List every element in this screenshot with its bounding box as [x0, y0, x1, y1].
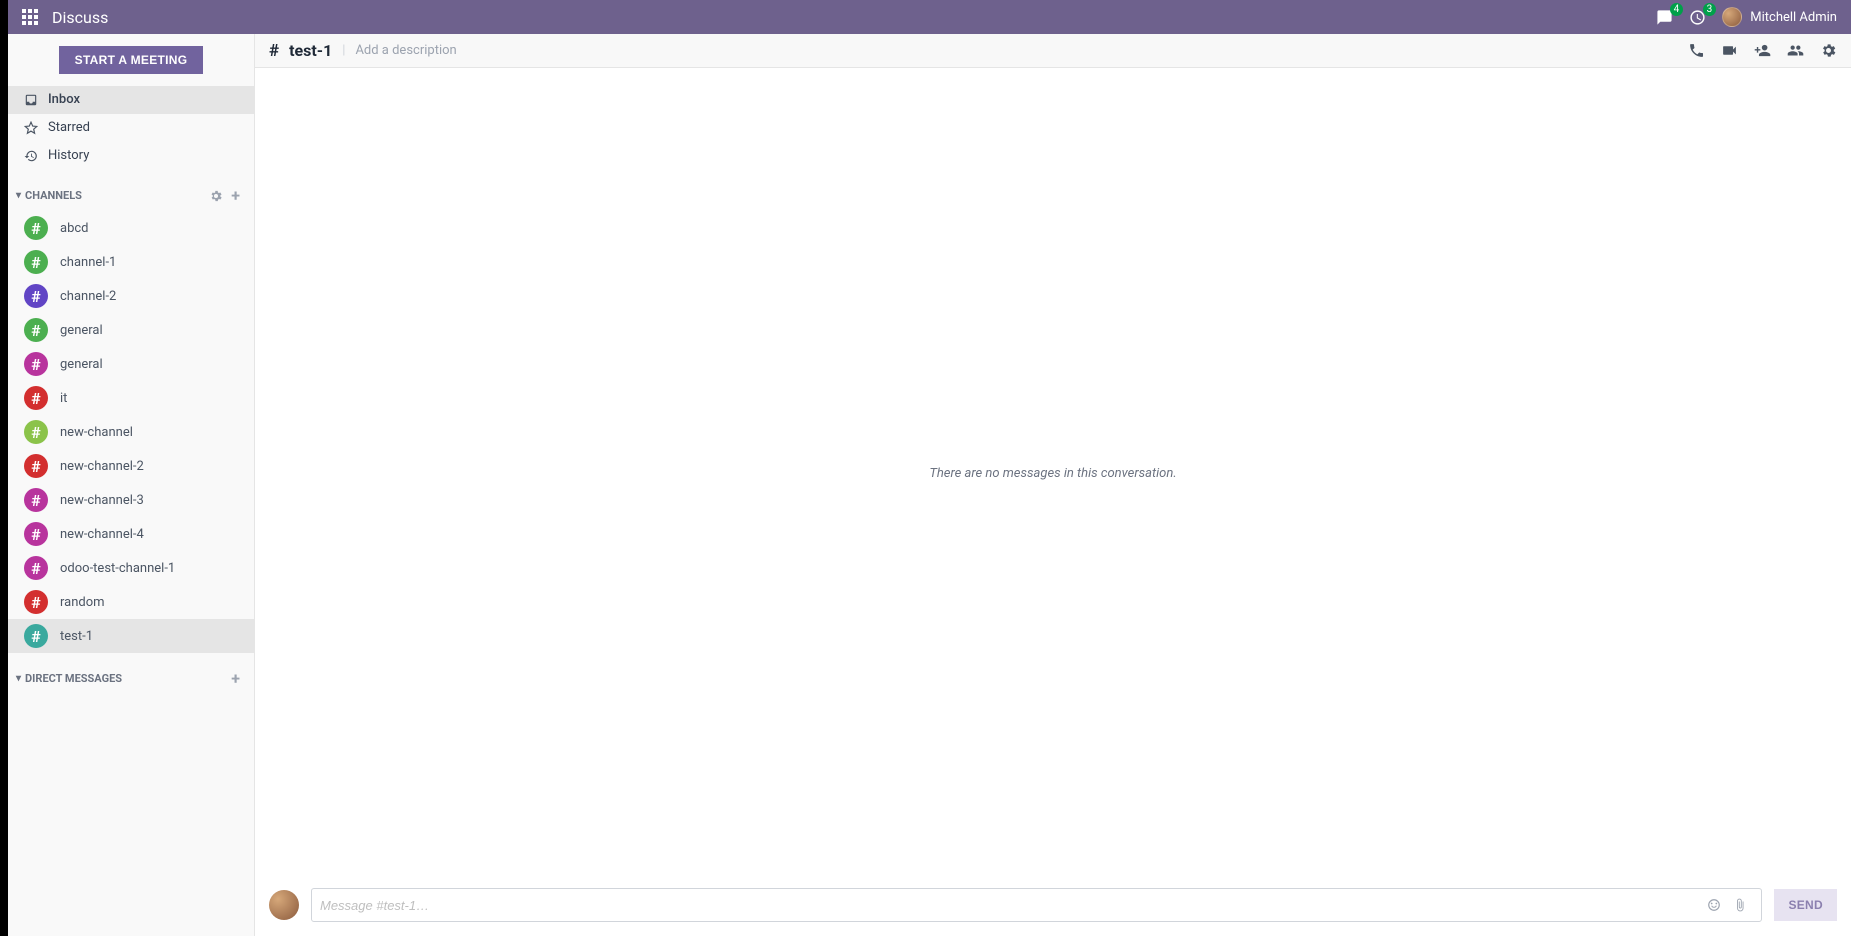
channel-test-1[interactable]: # test-1: [8, 619, 254, 653]
channel-abcd[interactable]: # abcd: [8, 211, 254, 245]
paperclip-icon: [1733, 898, 1747, 912]
thread-header: # test-1 | Add a description: [255, 34, 1851, 68]
hash-icon: #: [24, 556, 48, 580]
avatar: [1722, 7, 1742, 27]
channel-general[interactable]: # general: [8, 347, 254, 381]
dm-label: DIRECT MESSAGES: [25, 672, 122, 685]
add-member-button[interactable]: [1754, 42, 1771, 59]
user-plus-icon: [1754, 42, 1771, 59]
members-button[interactable]: [1787, 42, 1804, 59]
emoji-button[interactable]: [1701, 898, 1727, 912]
channel-label: abcd: [60, 221, 89, 236]
chevron-down-icon: ▾: [16, 190, 21, 201]
channel-it[interactable]: # it: [8, 381, 254, 415]
call-button[interactable]: [1688, 42, 1705, 59]
channel-label: channel-2: [60, 289, 116, 304]
hash-icon: #: [24, 284, 48, 308]
start-meeting-button[interactable]: START A MEETING: [59, 46, 204, 74]
mailbox-inbox[interactable]: Inbox: [8, 86, 254, 114]
hash-icon: #: [24, 386, 48, 410]
hash-icon: #: [24, 420, 48, 444]
hash-icon: #: [24, 250, 48, 274]
channel-odoo-test-channel-1[interactable]: # odoo-test-channel-1: [8, 551, 254, 585]
chevron-down-icon: ▾: [16, 673, 21, 684]
channels-section-header[interactable]: ▾ CHANNELS +: [8, 170, 254, 211]
add-channel-button[interactable]: +: [227, 186, 244, 205]
sidebar: START A MEETING Inbox Starred History ▾ CH…: [8, 34, 255, 936]
video-call-button[interactable]: [1721, 42, 1738, 59]
channel-new-channel-2[interactable]: # new-channel-2: [8, 449, 254, 483]
channel-label: new-channel: [60, 425, 133, 440]
channel-new-channel-3[interactable]: # new-channel-3: [8, 483, 254, 517]
mailbox-label: Starred: [48, 118, 90, 138]
hash-icon: #: [24, 522, 48, 546]
channel-label: channel-1: [60, 255, 116, 270]
messages-button[interactable]: 4: [1656, 9, 1673, 26]
attach-button[interactable]: [1727, 898, 1753, 912]
channel-label: new-channel-4: [60, 527, 144, 542]
channel-label: general: [60, 357, 103, 372]
mailbox-starred[interactable]: Starred: [8, 114, 254, 142]
avatar: [269, 890, 299, 920]
smile-icon: [1707, 898, 1721, 912]
apps-menu-icon[interactable]: [22, 9, 38, 25]
hash-icon: #: [269, 41, 279, 61]
star-icon: [24, 121, 38, 135]
mailbox-label: Inbox: [48, 90, 80, 110]
inbox-icon: [24, 93, 38, 107]
gear-icon: [1820, 42, 1837, 59]
channel-label: new-channel-3: [60, 493, 144, 508]
settings-button[interactable]: [1820, 42, 1837, 59]
channel-general[interactable]: # general: [8, 313, 254, 347]
gear-icon[interactable]: [205, 189, 227, 203]
content-area: # test-1 | Add a description There are n…: [255, 34, 1851, 936]
hash-icon: #: [24, 590, 48, 614]
separator: |: [342, 43, 345, 58]
thread-title: test-1: [289, 41, 332, 60]
user-menu[interactable]: Mitchell Admin: [1722, 7, 1837, 27]
channel-label: it: [60, 391, 67, 406]
channel-new-channel-4[interactable]: # new-channel-4: [8, 517, 254, 551]
channel-label: test-1: [60, 629, 93, 644]
hash-icon: #: [24, 624, 48, 648]
dm-section-header[interactable]: ▾ DIRECT MESSAGES +: [8, 653, 254, 694]
hash-icon: #: [24, 318, 48, 342]
messages-badge: 4: [1670, 3, 1684, 16]
hash-icon: #: [24, 454, 48, 478]
channel-label: random: [60, 595, 105, 610]
activities-badge: 3: [1703, 3, 1717, 16]
composer: SEND: [255, 878, 1851, 936]
channel-channel-1[interactable]: # channel-1: [8, 245, 254, 279]
message-input[interactable]: [320, 898, 1701, 913]
history-icon: [24, 149, 38, 163]
channel-label: odoo-test-channel-1: [60, 561, 175, 576]
video-icon: [1721, 42, 1738, 59]
channel-label: general: [60, 323, 103, 338]
empty-state-text: There are no messages in this conversati…: [929, 466, 1176, 481]
add-dm-button[interactable]: +: [227, 669, 244, 688]
activities-button[interactable]: 3: [1689, 9, 1706, 26]
mailbox-label: History: [48, 146, 89, 166]
thread-description-input[interactable]: Add a description: [355, 43, 456, 58]
channel-random[interactable]: # random: [8, 585, 254, 619]
channel-channel-2[interactable]: # channel-2: [8, 279, 254, 313]
channel-label: new-channel-2: [60, 459, 144, 474]
top-navbar: Discuss 4 3 Mitchell Admin: [0, 0, 1851, 34]
channels-label: CHANNELS: [25, 189, 82, 202]
mailbox-history[interactable]: History: [8, 142, 254, 170]
channel-new-channel[interactable]: # new-channel: [8, 415, 254, 449]
thread-body: There are no messages in this conversati…: [255, 68, 1851, 878]
user-name: Mitchell Admin: [1750, 10, 1837, 25]
send-button[interactable]: SEND: [1774, 889, 1837, 921]
hash-icon: #: [24, 352, 48, 376]
hash-icon: #: [24, 216, 48, 240]
window-edge: [0, 0, 8, 936]
users-icon: [1787, 42, 1804, 59]
phone-icon: [1688, 42, 1705, 59]
app-title: Discuss: [52, 8, 108, 27]
hash-icon: #: [24, 488, 48, 512]
